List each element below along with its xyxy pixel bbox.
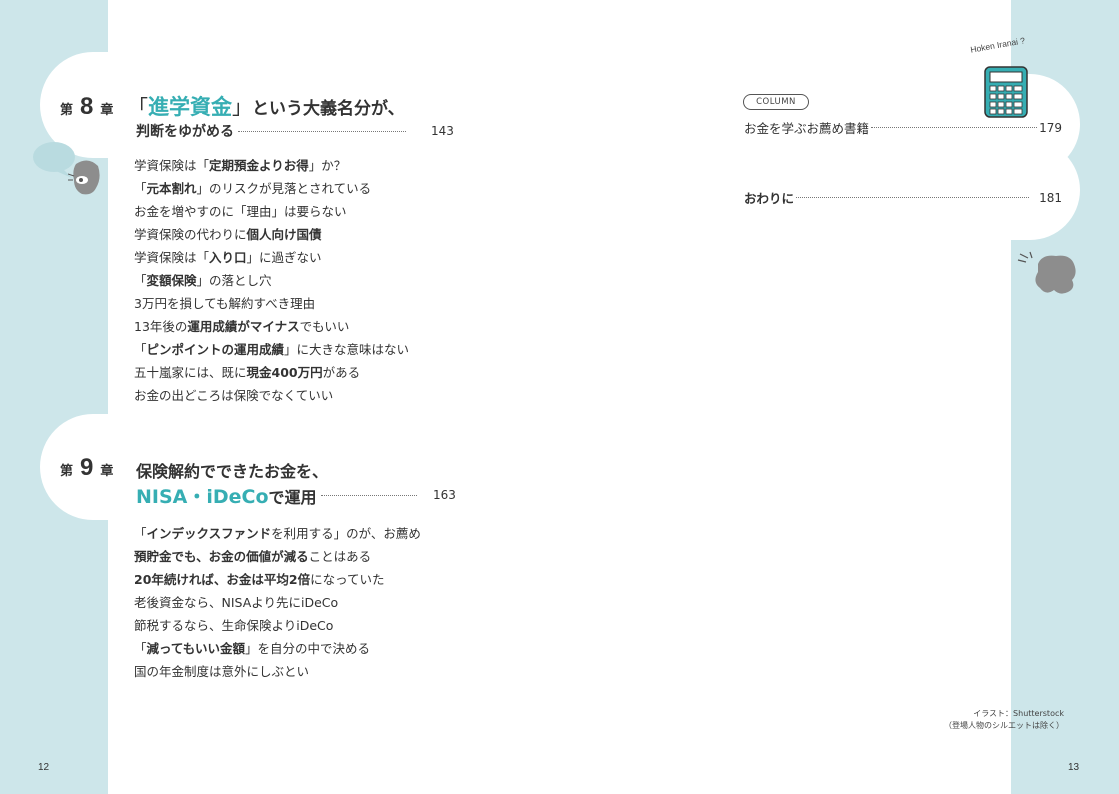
toc-list-item-bold: 預貯金でも、お金の価値が減る xyxy=(134,549,309,564)
toc-list-item-pre: 学資保険の代わりに xyxy=(134,227,247,242)
chapter9-sho: 章 xyxy=(100,464,114,479)
toc-list-item-post: 」のリスクが見落とされている xyxy=(196,181,372,196)
toc-list-item-bold: ピンポイントの運用成績 xyxy=(146,342,285,357)
toc-list-item[interactable]: 国の年金制度は意外にしぶとい xyxy=(134,660,421,683)
toc-list-item-pre: 13年後の xyxy=(134,319,188,334)
toc-list-item-post: がある xyxy=(322,365,361,380)
toc-list-item-bold: 変額保険 xyxy=(146,273,197,288)
toc-list-item[interactable]: 13年後の運用成績がマイナスでもいい xyxy=(134,315,409,338)
toc-list-item-pre: お金の出どころは保険でなくていい xyxy=(134,388,334,403)
toc-list-item-post: 」に過ぎない xyxy=(246,250,322,265)
toc-list-item-post: 」か？ xyxy=(308,158,347,173)
chapter8-title-accent: 進学資金 xyxy=(148,95,232,119)
chapter9-number: 9 xyxy=(80,454,94,481)
chapter9-title-line2[interactable]: NISA・iDeCo で運用 xyxy=(136,482,417,509)
toc-list-item-post: 」を自分の中で決める xyxy=(245,641,371,656)
chapter9-title-accent: NISA・iDeCo xyxy=(136,486,269,508)
toc-list-item[interactable]: 「減ってもいい金額」を自分の中で決める xyxy=(134,637,421,660)
chapter9-label: 第 9 章 xyxy=(60,454,113,482)
toc-list-item-pre: 国の年金制度は意外にしぶとい xyxy=(134,664,310,679)
toc-list-item-pre: 「 xyxy=(134,641,147,656)
toc-list-item[interactable]: 学資保険の代わりに個人向け国債 xyxy=(134,223,409,246)
closing-title: おわりに xyxy=(744,191,795,206)
toc-list-item-post: 」の落とし穴 xyxy=(196,273,272,288)
girl-silhouette-icon xyxy=(68,160,100,195)
toc-list-item-pre: 「 xyxy=(134,342,147,357)
toc-list-item[interactable]: 「インデックスファンドを利用する」のが、お薦め xyxy=(134,522,421,545)
woman-silhouette-icon xyxy=(1017,251,1076,294)
closing-page-number: 181 xyxy=(1039,190,1062,205)
toc-list-item-post: になっていた xyxy=(310,572,385,587)
column-title: お金を学ぶお薦め書籍 xyxy=(744,121,870,136)
toc-list-item-pre: 五十嵐家には、既に xyxy=(134,365,247,380)
toc-list-item[interactable]: 節税するなら、生命保険よりiDeCo xyxy=(134,614,421,637)
illustration-credit-line2: （登場人物のシルエットは除く） xyxy=(944,721,1064,730)
toc-list-item[interactable]: 20年続ければ、お金は平均2倍になっていた xyxy=(134,568,421,591)
chapter9-dai: 第 xyxy=(60,464,74,479)
toc-list-item-post: ことはある xyxy=(308,549,372,564)
chapter8-number: 8 xyxy=(80,93,94,120)
chapter8-leader-dots xyxy=(238,130,406,132)
toc-list-item[interactable]: 預貯金でも、お金の価値が減ることはある xyxy=(134,545,421,568)
toc-list-item[interactable]: お金の出どころは保険でなくていい xyxy=(134,384,409,407)
toc-list-item-post: でもいい xyxy=(299,319,350,334)
toc-list-item-bold: 減ってもいい金額 xyxy=(146,641,246,656)
chapter9-leader-dots xyxy=(320,495,417,496)
toc-list-item[interactable]: 3万円を損しても解約すべき理由 xyxy=(134,292,409,315)
toc-list-item[interactable]: お金を増やすのに「理由」は要らない xyxy=(134,200,409,223)
chapter8-title-close-bracket: 」 xyxy=(232,95,252,119)
toc-list-item-bold: インデックスファンド xyxy=(146,526,272,541)
toc-list-item-bold: 入り口 xyxy=(209,250,247,265)
toc-list-item-pre: 老後資金なら、NISAより先にiDeCo xyxy=(134,595,339,610)
toc-list-item-pre: 学資保険は「 xyxy=(134,158,210,173)
toc-list-item[interactable]: 老後資金なら、NISAより先にiDeCo xyxy=(134,591,421,614)
toc-list-item[interactable]: 学資保険は「定期預金よりお得」か？ xyxy=(134,154,409,177)
chapter9-title-line1: 保険解約でできたお金を、 xyxy=(136,462,329,481)
toc-list-item-pre: 「 xyxy=(134,181,147,196)
right-page-number: 13 xyxy=(1068,762,1080,773)
chapter9-title-rest: で運用 xyxy=(268,487,317,507)
column-badge: COLUMN xyxy=(743,94,809,110)
toc-list-item-bold: 定期預金よりお得 xyxy=(209,158,309,173)
toc-list-item-bold: 個人向け国債 xyxy=(246,227,322,242)
toc-list-item[interactable]: 「元本割れ」のリスクが見落とされている xyxy=(134,177,409,200)
chapter8-label: 第 8 章 xyxy=(60,93,113,121)
chapter8-title-line2-text: 判断をゆがめる xyxy=(136,124,234,140)
toc-list-item-pre: 3万円を損しても解約すべき理由 xyxy=(134,296,316,311)
toc-list-item[interactable]: 学資保険は「入り口」に過ぎない xyxy=(134,246,409,269)
toc-list-item-post: 」に大きな意味はない xyxy=(284,342,410,357)
toc-list-item-bold: 元本割れ xyxy=(146,181,197,196)
chapter8-dai: 第 xyxy=(60,103,74,118)
toc-list-item[interactable]: 「ピンポイントの運用成績」に大きな意味はない xyxy=(134,338,409,361)
left-page-number: 12 xyxy=(38,762,50,773)
chapter9-page-number: 163 xyxy=(433,488,456,502)
toc-list-item[interactable]: 「変額保険」の落とし穴 xyxy=(134,269,409,292)
chapter8-title-open-bracket: 「 xyxy=(128,95,148,119)
toc-list-item-pre: 節税するなら、生命保険よりiDeCo xyxy=(134,618,334,633)
chapter8-title-line1: 「進学資金」という大義名分が、 xyxy=(128,91,405,121)
chapter8-title-line2[interactable]: 判断をゆがめる xyxy=(136,121,406,141)
toc-list-item-pre: お金を増やすのに「理由」は要らない xyxy=(134,204,347,219)
toc-list-item-bold: 20年続ければ、お金は平均2倍 xyxy=(134,572,311,587)
toc-list-item-pre: 「 xyxy=(134,526,147,541)
chapter9-item-list: 「インデックスファンドを利用する」のが、お薦め 預貯金でも、お金の価値が減ることは… xyxy=(134,522,421,683)
toc-list-item-bold: 運用成績がマイナス xyxy=(187,319,300,334)
illustration-credit-line1: イラスト：Shutterstock xyxy=(973,709,1064,718)
chapter8-item-list: 学資保険は「定期預金よりお得」か？ 「元本割れ」のリスクが見落とされている お金を増… xyxy=(134,154,409,407)
closing-leader-dots xyxy=(796,197,1030,198)
toc-list-item[interactable]: 五十嵐家には、既に現金400万円がある xyxy=(134,361,409,384)
toc-list-item-bold: 現金400万円 xyxy=(246,365,323,380)
toc-list-item-post: を利用する」のが、お薦め xyxy=(271,526,421,541)
toc-list-item-pre: 学資保険は「 xyxy=(134,250,210,265)
chapter8-title-rest: という大義名分が、 xyxy=(252,99,405,119)
column-toc-entry[interactable]: お金を学ぶお薦め書籍 179 xyxy=(744,118,1062,137)
chapter8-sho: 章 xyxy=(100,103,114,118)
toc-list-item-pre: 「 xyxy=(134,273,147,288)
column-leader-dots xyxy=(871,127,1038,128)
calculator-icon xyxy=(984,66,1028,118)
column-page-number: 179 xyxy=(1039,120,1062,135)
closing-toc-entry[interactable]: おわりに 181 xyxy=(744,188,1062,207)
chapter8-page-number: 143 xyxy=(431,124,454,138)
